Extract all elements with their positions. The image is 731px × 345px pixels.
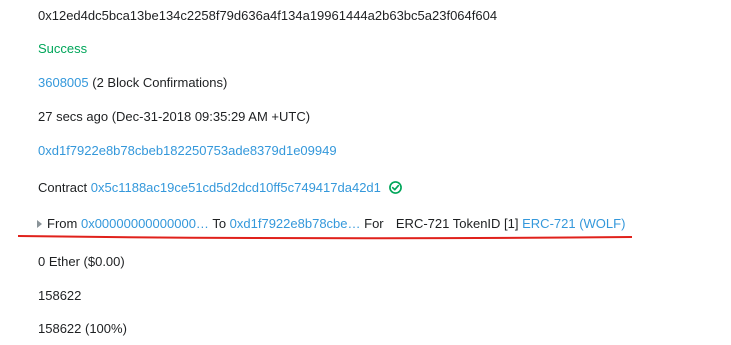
red-underline-annotation	[17, 235, 633, 240]
transfer-from-label: From	[47, 216, 78, 231]
contract-label: Contract	[38, 180, 88, 195]
gas-limit: 158622	[38, 288, 82, 303]
tx-hash: 0x12ed4dc5bca13be134c2258f79d636a4f134a1…	[38, 8, 498, 23]
contract-address-link[interactable]: 0x5c1188ac19ce51cd5d2dcd10ff5c749417da42…	[91, 180, 381, 195]
transfer-to-label: To	[212, 216, 227, 231]
token-id-text: ERC-721 TokenID [1]	[395, 216, 519, 231]
transaction-value: 0 Ether ($0.00)	[38, 254, 125, 269]
block-confirmations: (2 Block Confirmations)	[92, 75, 228, 90]
block-number-link[interactable]: 3608005	[38, 75, 89, 90]
block-row: 3608005 (2 Block Confirmations)	[38, 75, 227, 91]
timestamp: 27 secs ago (Dec-31-2018 09:35:29 AM +UT…	[38, 109, 311, 124]
token-link[interactable]: ERC-721 (WOLF)	[522, 216, 625, 231]
contract-row: Contract 0x5c1188ac19ce51cd5d2dcd10ff5c7…	[38, 180, 402, 196]
gas-used: 158622 (100%)	[38, 321, 127, 336]
expand-caret-icon[interactable]	[37, 220, 42, 228]
transfer-from-link[interactable]: 0x00000000000000…	[81, 216, 209, 231]
transfer-to-link[interactable]: 0xd1f7922e8b78cbe…	[230, 216, 361, 231]
from-address-link[interactable]: 0xd1f7922e8b78cbeb182250753ade8379d1e099…	[38, 143, 337, 159]
token-transfer-row: From 0x00000000000000… To 0xd1f7922e8b78…	[47, 216, 625, 232]
status-badge: Success	[38, 41, 88, 56]
verified-check-icon	[388, 181, 402, 194]
transfer-for-label: For	[364, 216, 384, 231]
